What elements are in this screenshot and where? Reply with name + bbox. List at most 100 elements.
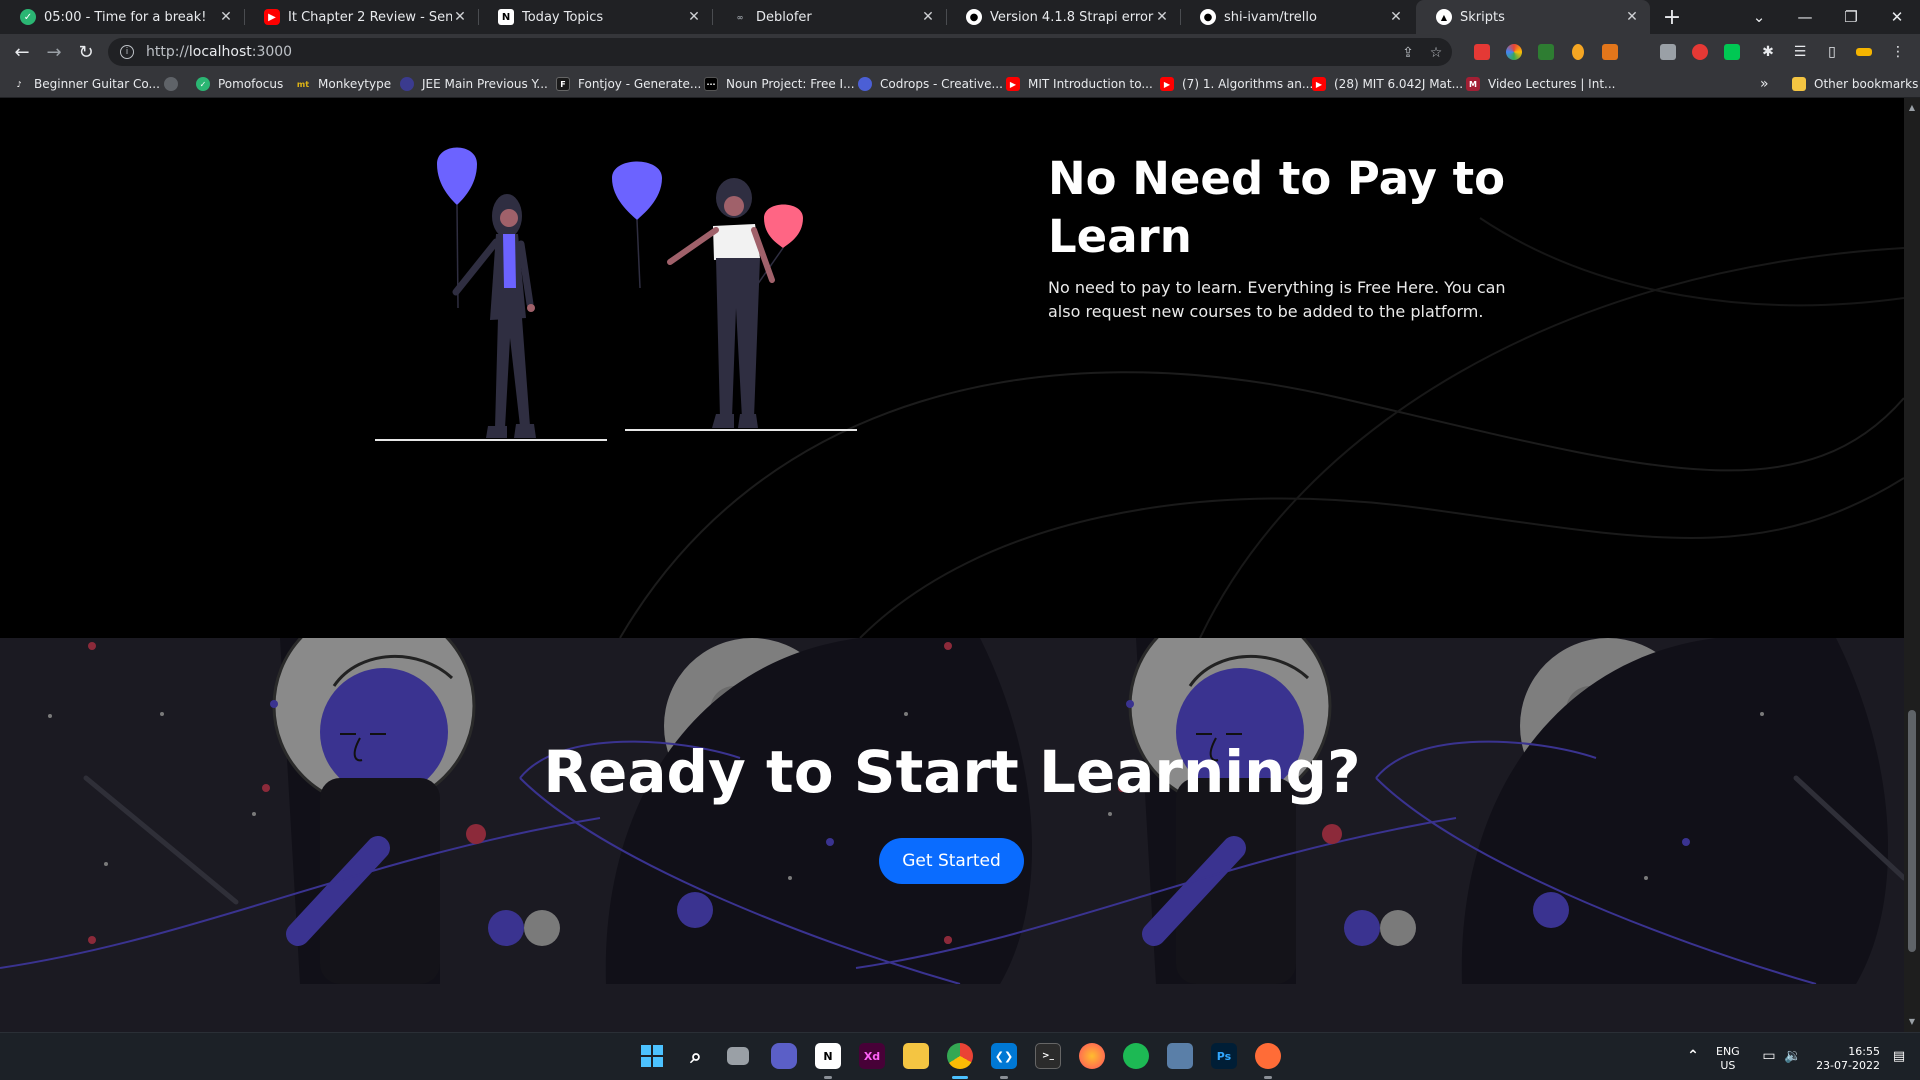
- system-clock[interactable]: 16:55 23-07-2022: [1812, 1045, 1880, 1073]
- scrollbar-thumb[interactable]: [1908, 710, 1916, 952]
- tab-pomofocus[interactable]: ✓ 05:00 - Time for a break! ✕: [0, 0, 244, 34]
- minimize-icon[interactable]: —: [1782, 0, 1828, 34]
- file-explorer-icon[interactable]: [903, 1043, 929, 1069]
- tab-title: 05:00 - Time for a break!: [44, 9, 207, 25]
- new-tab-button[interactable]: +: [1650, 0, 1694, 34]
- extension-bars-icon[interactable]: [1660, 44, 1676, 60]
- bookmarks-bar: ♪ Beginner Guitar Co... ✓ Pomofocus mt Monk…: [0, 70, 1920, 98]
- bookmark-monkeytype[interactable]: mt Monkeytype: [296, 75, 391, 93]
- address-bar[interactable]: i http://localhost:3000 ⇪ ☆: [108, 38, 1452, 66]
- share-icon[interactable]: ⇪: [1400, 45, 1416, 61]
- youtube-icon: ▶: [1160, 77, 1174, 91]
- photos-icon[interactable]: [1167, 1043, 1193, 1069]
- search-icon[interactable]: ⌕: [683, 1043, 709, 1069]
- volume-icon[interactable]: 🔉: [1780, 1043, 1806, 1069]
- globe-icon: [164, 77, 178, 91]
- bookmark-fontjoy[interactable]: F Fontjoy - Generate...: [556, 75, 701, 93]
- bookmark-mit-6042[interactable]: ▶ (28) MIT 6.042J Mat...: [1312, 75, 1463, 93]
- bookmark-globe[interactable]: [164, 75, 186, 93]
- teams-chat-icon[interactable]: [771, 1043, 797, 1069]
- windows-taskbar: ⌕ N Xd ❮❯ >_ Ps ⌃ ENG US ▭ 🔉 16:55 23-07…: [0, 1032, 1920, 1080]
- notion-icon: N: [498, 9, 514, 25]
- tab-deblofer[interactable]: ∞ Deblofer ✕: [712, 0, 946, 34]
- notion-icon[interactable]: N: [815, 1043, 841, 1069]
- metamask-icon[interactable]: [1602, 44, 1618, 60]
- postman-icon[interactable]: [1255, 1043, 1281, 1069]
- youtube-icon: ▶: [1006, 77, 1020, 91]
- space-background: [0, 638, 1904, 984]
- task-view-icon[interactable]: [727, 1047, 749, 1065]
- get-started-button[interactable]: Get Started: [879, 838, 1024, 884]
- close-window-icon[interactable]: ✕: [1874, 0, 1920, 34]
- extension-color-icon[interactable]: [1506, 44, 1522, 60]
- bookmarks-overflow-button[interactable]: »: [1760, 75, 1769, 93]
- page-viewport: No Need to Pay to Learn No need to pay t…: [0, 98, 1904, 1032]
- page-scrollbar[interactable]: ▲ ▼: [1904, 98, 1920, 1032]
- tab-youtube-review[interactable]: ▶ It Chapter 2 Review - Send In Th ✕: [244, 0, 478, 34]
- vscode-icon[interactable]: ❮❯: [991, 1043, 1017, 1069]
- network-icon[interactable]: ▭: [1756, 1043, 1782, 1069]
- back-icon[interactable]: ←: [8, 40, 36, 64]
- close-tab-icon[interactable]: ✕: [920, 9, 936, 25]
- tab-strapi-issue[interactable]: ● Version 4.1.8 Strapi error in buil ✕: [946, 0, 1180, 34]
- spotify-icon[interactable]: [1123, 1043, 1149, 1069]
- bookmark-algorithms[interactable]: ▶ (7) 1. Algorithms an...: [1160, 75, 1313, 93]
- extension-drop-icon[interactable]: [1572, 44, 1584, 60]
- close-tab-icon[interactable]: ✕: [218, 9, 234, 25]
- notifications-icon[interactable]: ▤: [1886, 1043, 1912, 1069]
- extension-green-icon[interactable]: [1538, 44, 1554, 60]
- tab-strip: ✓ 05:00 - Time for a break! ✕ ▶ It Chapt…: [0, 0, 1920, 34]
- extension-1-icon[interactable]: [1474, 44, 1490, 60]
- extension-feather-icon[interactable]: [1724, 44, 1740, 60]
- tab-skripts[interactable]: ▲ Skripts ✕: [1416, 0, 1650, 34]
- firefox-icon[interactable]: [1079, 1043, 1105, 1069]
- close-tab-icon[interactable]: ✕: [1388, 9, 1404, 25]
- url-text[interactable]: http://localhost:3000: [146, 44, 292, 60]
- cta-section: Ready to Start Learning? Get Started: [0, 638, 1904, 984]
- hero-description: No need to pay to learn. Everything is F…: [1048, 278, 1506, 321]
- close-tab-icon[interactable]: ✕: [1624, 9, 1640, 25]
- chrome-icon[interactable]: [947, 1043, 973, 1069]
- reading-list-icon[interactable]: ☰: [1792, 44, 1808, 60]
- extension-record-icon[interactable]: [1692, 44, 1708, 60]
- scroll-down-icon[interactable]: ▼: [1908, 1018, 1916, 1026]
- tab-title: Version 4.1.8 Strapi error in buil: [990, 9, 1154, 25]
- tab-title: Deblofer: [756, 9, 812, 25]
- other-bookmarks-folder[interactable]: Other bookmarks: [1792, 75, 1918, 93]
- tab-title: Today Topics: [522, 9, 604, 25]
- youtube-icon: ▶: [1312, 77, 1326, 91]
- bookmark-pomofocus[interactable]: ✓ Pomofocus: [196, 75, 283, 93]
- balloons-illustration: [375, 147, 857, 441]
- reload-icon[interactable]: ↻: [72, 40, 100, 64]
- site-info-icon[interactable]: i: [120, 45, 134, 59]
- tab-trello-repo[interactable]: ● shi-ivam/trello ✕: [1180, 0, 1414, 34]
- photoshop-icon[interactable]: Ps: [1211, 1043, 1237, 1069]
- extensions-puzzle-icon[interactable]: ✱: [1760, 44, 1776, 60]
- language-indicator[interactable]: ENG US: [1716, 1045, 1740, 1073]
- tray-overflow-icon[interactable]: ⌃: [1680, 1043, 1706, 1069]
- bookmark-noun-project[interactable]: ··· Noun Project: Free I...: [704, 75, 855, 93]
- bookmark-codrops[interactable]: Codrops - Creative...: [858, 75, 1003, 93]
- menu-kebab-icon[interactable]: ⋮: [1890, 44, 1906, 60]
- bookmark-video-lectures[interactable]: M Video Lectures | Int...: [1466, 75, 1615, 93]
- side-panel-icon[interactable]: ▯: [1824, 44, 1840, 60]
- bookmark-mit-intro[interactable]: ▶ MIT Introduction to...: [1006, 75, 1153, 93]
- adobe-xd-icon[interactable]: Xd: [859, 1043, 885, 1069]
- windows-start-icon[interactable]: [639, 1043, 665, 1069]
- scroll-up-icon[interactable]: ▲: [1908, 104, 1916, 112]
- close-tab-icon[interactable]: ✕: [1154, 9, 1170, 25]
- extension-battery-icon[interactable]: [1856, 48, 1872, 56]
- space-tile-left: [0, 638, 1033, 984]
- bookmark-star-icon[interactable]: ☆: [1428, 45, 1444, 61]
- restore-icon[interactable]: ❐: [1828, 0, 1874, 34]
- bookmark-jee[interactable]: JEE Main Previous Y...: [400, 75, 548, 93]
- close-tab-icon[interactable]: ✕: [452, 9, 468, 25]
- forward-icon[interactable]: →: [40, 40, 68, 64]
- bookmark-guitar[interactable]: ♪ Beginner Guitar Co...: [12, 75, 159, 93]
- tab-today-topics[interactable]: N Today Topics ✕: [478, 0, 712, 34]
- close-tab-icon[interactable]: ✕: [686, 9, 702, 25]
- woman-left-figure: [375, 147, 607, 441]
- tab-search-icon[interactable]: ⌄: [1736, 0, 1782, 34]
- terminal-icon[interactable]: >_: [1035, 1043, 1061, 1069]
- skripts-triangle-icon: ▲: [1436, 9, 1452, 25]
